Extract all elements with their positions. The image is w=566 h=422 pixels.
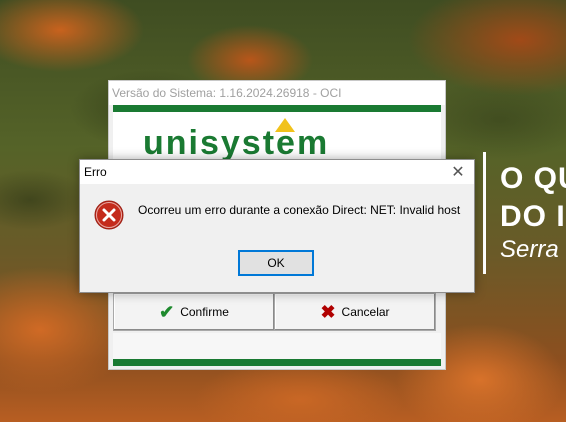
green-stripe-bottom xyxy=(113,359,441,366)
ok-button[interactable]: OK xyxy=(238,250,314,276)
cancel-button[interactable]: ✖ Cancelar xyxy=(274,293,436,331)
confirm-button[interactable]: ✔ Confirme xyxy=(113,293,275,331)
cancel-label: Cancelar xyxy=(341,305,390,319)
slogan-line-3: Serra xyxy=(500,236,559,263)
slogan-line-1: O QU xyxy=(500,162,566,195)
login-window-title: Versão do Sistema: 1.16.2024.26918 - OCI xyxy=(112,86,342,100)
login-titlebar[interactable]: Versão do Sistema: 1.16.2024.26918 - OCI xyxy=(109,81,445,105)
unisystem-logo: unisystem xyxy=(143,124,330,162)
ok-label: OK xyxy=(267,256,285,270)
login-footer xyxy=(113,333,441,359)
logo-mark-icon xyxy=(275,118,295,132)
error-titlebar[interactable]: Erro ✕ xyxy=(80,160,474,184)
close-icon: ✕ xyxy=(451,164,465,181)
checkmark-icon: ✔ xyxy=(159,302,175,322)
slogan-line-2: DO I xyxy=(500,200,566,233)
close-button[interactable]: ✕ xyxy=(442,160,474,184)
cross-icon: ✖ xyxy=(320,302,336,322)
slogan-divider xyxy=(483,152,486,274)
login-buttons: ✔ Confirme ✖ Cancelar xyxy=(113,293,441,333)
error-message: Ocorreu um erro durante a conexão Direct… xyxy=(138,203,461,217)
error-dialog: Erro ✕ Ocorreu um erro durante a conexão… xyxy=(79,159,475,293)
confirm-label: Confirme xyxy=(180,305,229,319)
logo-area: unisystem xyxy=(113,112,441,162)
error-dialog-title: Erro xyxy=(84,165,107,179)
error-icon xyxy=(94,200,124,230)
green-stripe-top xyxy=(113,105,441,112)
